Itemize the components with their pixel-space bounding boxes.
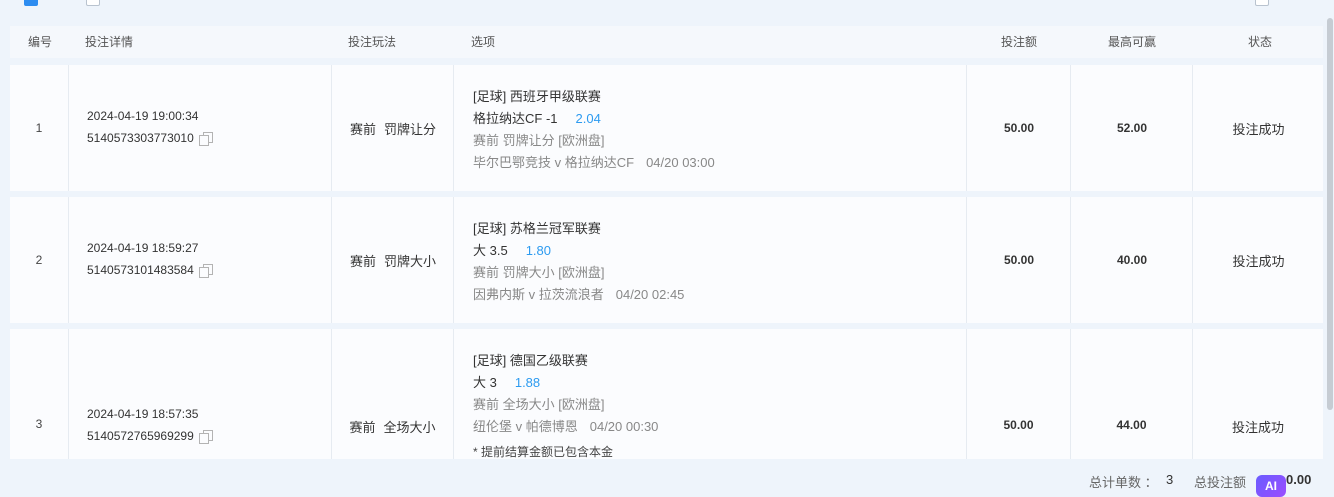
selection-line: 大 3.5 1.80 [473,240,551,259]
bet-detail: 2024-04-19 19:00:34 5140573303773010 [68,65,332,191]
bet-datetime: 2024-04-19 18:57:35 [87,407,199,421]
table-row[interactable]: 1 2024-04-19 19:00:34 5140573303773010 赛… [10,65,1323,191]
ai-assistant-button[interactable]: AI [1256,475,1286,497]
selection-line: 大 3 1.88 [473,372,540,391]
total-orders-value: 3 [1166,472,1174,487]
header-option: 选项 [471,35,496,49]
match-line: 因弗内斯 v 拉茨流浪者 04/20 02:45 [473,284,684,303]
selection: 大 3.5 [473,243,508,258]
header-number: 编号 [28,35,53,49]
play-type: 全场大小 [383,420,436,435]
total-orders-label: 总计单数 ： [1089,475,1158,490]
header-bet-detail: 投注详情 [85,35,134,49]
bet-option: [足球] 苏格兰冠军联赛 大 3.5 1.80 赛前 罚牌大小 [欧洲盘] 因弗内… [453,197,967,323]
filter-bar [0,0,1334,16]
status-text: 投注成功 [1192,197,1324,323]
play-stage: 赛前 [349,253,376,269]
bet-amount: 50.00 [966,197,1071,323]
market-name: 赛前 罚牌大小 [欧洲盘] [473,265,605,280]
market-name: 赛前 全场大小 [欧洲盘] [473,397,605,412]
order-id-group: 5140572765969299 [87,429,213,444]
selection: 格拉纳达CF -1 [473,111,558,126]
bet-detail: 2024-04-19 18:59:27 5140573101483584 [68,197,332,323]
bet-play: 赛前 罚牌大小 [331,197,454,323]
bet-amount: 50.00 [966,329,1070,459]
copy-icon[interactable] [198,263,213,278]
settlement-note: * 提前结算金额已包含本金 [473,445,614,459]
bet-option: [足球] 西班牙甲级联赛 格拉纳达CF -1 2.04 赛前 罚牌让分 [欧洲盘]… [453,65,967,191]
match-line: 毕尔巴鄂竞技 v 格拉纳达CF 04/20 03:00 [473,152,715,171]
total-bet-label: 总投注额 [1194,475,1247,490]
table-header: 编号 投注详情 投注玩法 选项 投注额 最高可赢 状态 [10,26,1323,58]
match-name: 纽伦堡 v 帕德博恩 [473,419,578,434]
bet-amount: 50.00 [966,65,1071,191]
vertical-scrollbar[interactable] [1327,18,1333,410]
match-line: 纽伦堡 v 帕德博恩 04/20 00:30 [473,416,658,435]
table-row[interactable]: 3 2024-04-19 18:57:35 5140572765969299 赛… [10,329,1323,459]
play-stage: 赛前 [349,420,376,435]
match-name: 毕尔巴鄂竞技 v 格拉纳达CF [473,155,635,170]
bet-datetime: 2024-04-19 18:59:27 [87,241,199,255]
order-id: 5140573303773010 [87,131,194,145]
league-name: [足球] 苏格兰冠军联赛 [473,221,601,236]
max-win: 40.00 [1070,197,1193,323]
bet-option: [足球] 德国乙级联赛 大 3 1.88 赛前 全场大小 [欧洲盘] 纽伦堡 v … [453,329,967,459]
match-time: 04/20 03:00 [646,155,715,170]
header-max-win: 最高可赢 [1108,35,1157,49]
play-type: 罚牌让分 [384,121,437,137]
league-name: [足球] 德国乙级联赛 [473,353,588,368]
odds: 1.80 [525,243,551,258]
match-time: 04/20 02:45 [615,287,685,302]
match-name: 因弗内斯 v 拉茨流浪者 [473,287,604,302]
row-number: 1 [35,121,43,135]
order-id: 5140572765969299 [87,429,194,443]
row-number: 3 [35,417,43,431]
selection: 大 3 [473,375,497,390]
bet-detail: 2024-04-19 18:57:35 5140572765969299 [68,329,332,459]
max-win: 44.00 [1070,329,1192,459]
play-stage: 赛前 [349,121,376,137]
odds: 2.04 [575,111,601,126]
table-row[interactable]: 2 2024-04-19 18:59:27 5140573101483584 赛… [10,197,1323,323]
header-bet-amount: 投注额 [1001,35,1038,49]
order-id-group: 5140573303773010 [87,131,213,146]
odds: 1.88 [514,375,541,390]
status-text: 投注成功 [1192,329,1323,459]
order-id: 5140573101483584 [87,263,194,277]
checkbox-icon[interactable] [1255,0,1269,6]
bet-datetime: 2024-04-19 19:00:34 [87,109,199,123]
order-id-group: 5140573101483584 [87,263,213,278]
selection-line: 格拉纳达CF -1 2.04 [473,108,601,127]
bet-play: 赛前 罚牌让分 [331,65,454,191]
copy-icon[interactable] [198,429,213,444]
status-text: 投注成功 [1192,65,1324,191]
copy-icon[interactable] [198,131,213,146]
checkbox-icon[interactable] [24,0,38,6]
bet-play: 赛前 全场大小 [331,329,453,459]
league-name: [足球] 西班牙甲级联赛 [473,89,601,104]
play-type: 罚牌大小 [384,253,437,269]
row-number: 2 [35,253,43,267]
header-status: 状态 [1248,35,1273,49]
total-bet-value: 0.00 [1286,472,1312,487]
match-time: 04/20 00:30 [589,419,659,434]
market-name: 赛前 罚牌让分 [欧洲盘] [473,133,605,148]
checkbox-icon[interactable] [86,0,100,6]
max-win: 52.00 [1070,65,1193,191]
header-bet-play: 投注玩法 [348,35,397,49]
